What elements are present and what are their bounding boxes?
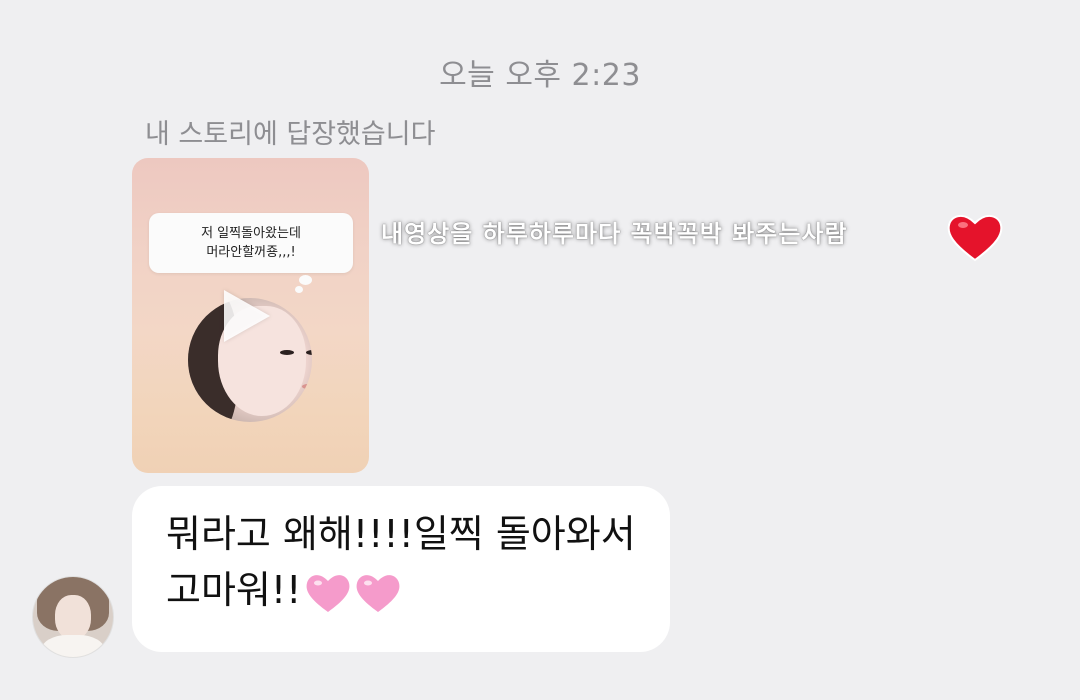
story-preview-card[interactable]: 저 일찍돌아왔는데 머라안할꺼죵,,,! — [132, 158, 369, 473]
thumbnail-eye — [280, 350, 294, 355]
thought-bubble-dot — [299, 275, 312, 285]
message-text: 뭐라고 왜해!!!!일찍 돌아와서 고마워!! — [166, 506, 666, 618]
avatar-body — [41, 635, 105, 657]
thumbnail-eye — [306, 350, 312, 355]
message-bubble[interactable]: 뭐라고 왜해!!!!일찍 돌아와서 고마워!! — [132, 486, 670, 652]
thumbnail-lips — [302, 384, 312, 389]
story-overlay-text: 내영상을 하루하루마다 꼭박꼭박 봐주는사람 — [381, 220, 848, 248]
story-bubble-line-2: 머라안할꺼죵,,,! — [206, 245, 296, 260]
story-bubble-line-1: 저 일찍돌아왔는데 — [201, 226, 301, 241]
pink-heart-icon — [356, 574, 400, 612]
sender-avatar[interactable] — [32, 576, 114, 658]
avatar-face — [55, 595, 91, 639]
pink-heart-icon — [306, 574, 350, 612]
red-heart-icon — [947, 214, 1003, 262]
thought-bubble-dot — [295, 286, 303, 293]
play-icon[interactable] — [224, 290, 270, 342]
story-reply-caption: 내 스토리에 답장했습니다 — [145, 119, 436, 150]
story-speech-bubble: 저 일찍돌아왔는데 머라안할꺼죵,,,! — [149, 213, 353, 273]
timestamp: 오늘 오후 2:23 — [439, 58, 641, 93]
